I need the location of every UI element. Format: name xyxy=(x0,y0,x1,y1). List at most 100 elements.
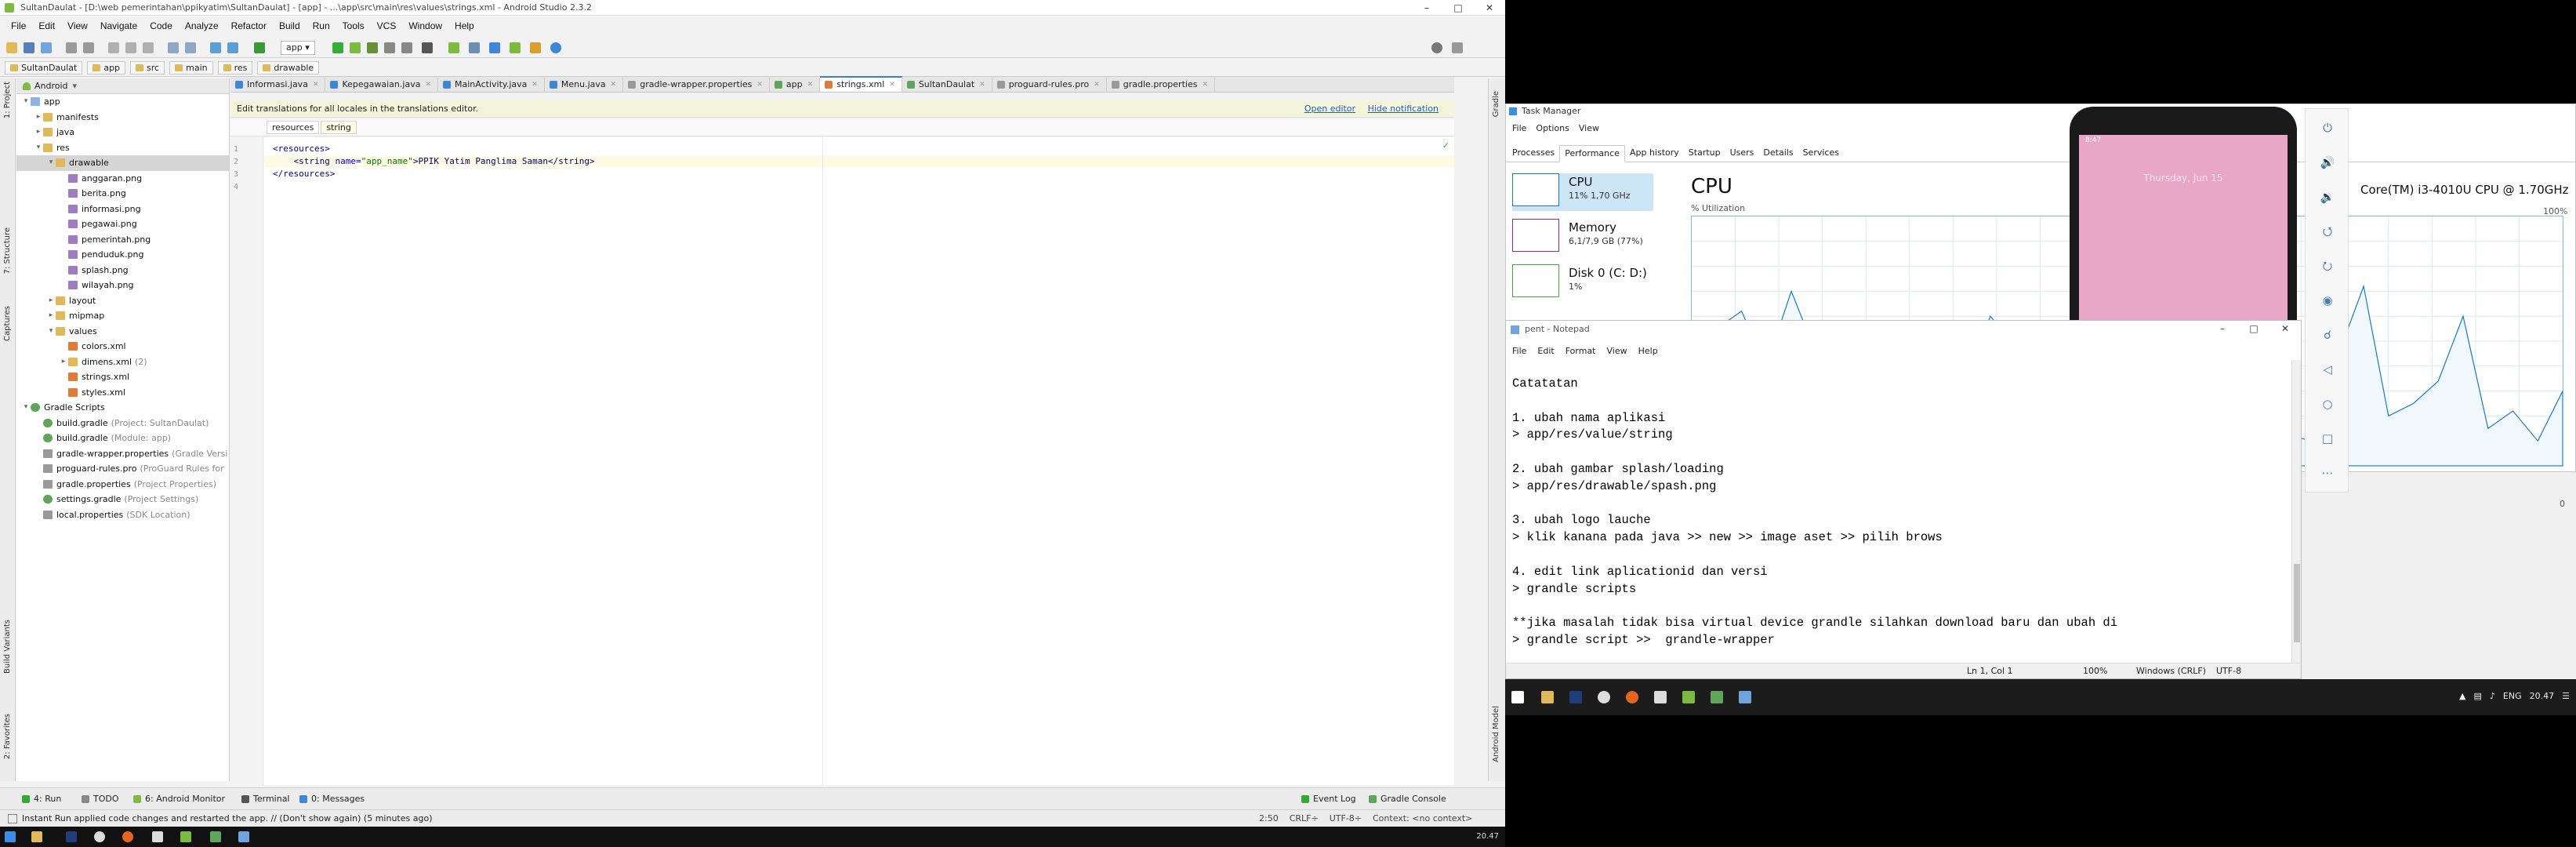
tree-node[interactable]: ▸ dimens.xml (2) xyxy=(16,354,229,370)
editor-tab-mainactivity-java[interactable]: MainActivity.java ✕ xyxy=(438,78,545,92)
open-editor-link[interactable]: Open editor xyxy=(1304,104,1355,114)
camera-icon[interactable]: ◉ xyxy=(2320,293,2335,308)
nav-crumb-main[interactable]: main xyxy=(169,61,213,75)
file-explorer-icon[interactable] xyxy=(1541,691,1554,703)
build-variants-tool-tab[interactable]: Build Variants xyxy=(3,620,12,674)
debug-icon[interactable] xyxy=(367,42,378,53)
menu-vcs[interactable]: VCS xyxy=(371,20,403,31)
perf-item-memory[interactable]: Memory 6,1/7,9 GB (77%) xyxy=(1512,219,1653,256)
clock[interactable]: 20.47 xyxy=(1476,832,1499,841)
close-tab-icon[interactable]: ✕ xyxy=(532,78,538,92)
chevron-down-icon[interactable]: ▾ xyxy=(46,155,56,171)
tm-tab-users[interactable]: Users xyxy=(1725,145,1759,162)
menu-navigate[interactable]: Navigate xyxy=(94,20,143,31)
tool-window-todo[interactable]: TODO xyxy=(82,794,119,804)
nav-crumb-drawable[interactable]: drawable xyxy=(257,61,320,75)
make-project-icon[interactable] xyxy=(254,42,265,53)
notepad-icon[interactable] xyxy=(1739,691,1751,703)
tm-tab-app-history[interactable]: App history xyxy=(1625,145,1684,162)
tray-expand-icon[interactable]: ▲ xyxy=(2459,691,2465,701)
favorites-tool-tab[interactable]: 2: Favorites xyxy=(3,714,12,759)
start-icon[interactable] xyxy=(5,831,16,842)
project-view-select[interactable]: Android xyxy=(34,81,68,91)
code-editor[interactable]: 1 2 3 4 <resources> <string name="app_na… xyxy=(230,137,1454,785)
zoom-icon[interactable]: ☌ xyxy=(2320,327,2335,343)
np-menu-file[interactable]: File xyxy=(1512,346,1526,356)
more-icon[interactable]: ⋯ xyxy=(2320,465,2335,481)
layout-icon[interactable] xyxy=(1452,42,1463,53)
close-tab-icon[interactable]: ✕ xyxy=(1094,78,1100,92)
menu-edit[interactable]: Edit xyxy=(32,20,61,31)
layout-inspector-icon[interactable] xyxy=(530,42,541,53)
captures-tool-tab[interactable]: Captures xyxy=(3,306,12,341)
tree-node[interactable]: ▾ res xyxy=(16,140,229,156)
profile-icon[interactable] xyxy=(384,42,395,53)
sdk-manager-icon[interactable] xyxy=(489,42,500,53)
rotate-left-icon[interactable]: ⭯ xyxy=(2320,224,2335,239)
breadcrumb-resources[interactable]: resources xyxy=(267,121,320,134)
tree-node[interactable]: ▸ manifests xyxy=(16,110,229,125)
tree-node[interactable]: anggaran.png xyxy=(16,171,229,187)
breadcrumb-string[interactable]: string xyxy=(321,121,357,134)
find-icon[interactable] xyxy=(168,42,179,53)
network-icon[interactable]: ▤ xyxy=(2473,691,2481,701)
window-icon[interactable] xyxy=(1654,691,1667,703)
nav-crumb-app[interactable]: app xyxy=(87,61,126,75)
maximize-button[interactable]: □ xyxy=(2238,321,2269,336)
close-tab-icon[interactable]: ✕ xyxy=(1202,78,1208,92)
undo-icon[interactable] xyxy=(66,42,77,53)
editor-tab-strings-xml[interactable]: strings.xml ✕ xyxy=(820,76,902,92)
apply-changes-icon[interactable] xyxy=(350,42,361,53)
tool-window-0-messages[interactable]: 0: Messages xyxy=(299,794,365,804)
window-icon[interactable] xyxy=(152,831,163,842)
tm-tab-startup[interactable]: Startup xyxy=(1684,145,1725,162)
notepad-icon[interactable] xyxy=(238,831,249,842)
tool-window-event-log[interactable]: Event Log xyxy=(1301,794,1356,804)
menu-window[interactable]: Window xyxy=(402,20,448,31)
notepad-text-area[interactable]: Catatatan 1. ubah nama aplikasi > app/res/… xyxy=(1512,376,2280,650)
menu-run[interactable]: Run xyxy=(307,20,336,31)
chrome-icon[interactable] xyxy=(94,831,105,842)
menu-view[interactable]: View xyxy=(61,20,94,31)
tree-node[interactable]: proguard-rules.pro (ProGuard Rules for xyxy=(16,461,229,477)
gradle-sync-icon[interactable] xyxy=(448,42,459,53)
stop-icon[interactable] xyxy=(422,42,433,53)
file-explorer-icon[interactable] xyxy=(31,831,42,842)
editor-tab-kepegawaian-java[interactable]: Kepegawaian.java ✕ xyxy=(325,78,438,92)
chevron-right-icon[interactable]: ▸ xyxy=(34,110,43,125)
volume-up-icon[interactable]: 🔊 xyxy=(2320,154,2335,170)
photoshop-icon[interactable] xyxy=(66,831,77,842)
close-tab-icon[interactable]: ✕ xyxy=(979,78,985,92)
caret-position[interactable]: 2:50 xyxy=(1259,810,1279,827)
tree-node[interactable]: wilayah.png xyxy=(16,278,229,293)
chevron-right-icon[interactable]: ▸ xyxy=(46,293,56,309)
np-menu-format[interactable]: Format xyxy=(1566,346,1596,356)
tree-node[interactable]: pegawai.png xyxy=(16,216,229,232)
close-tab-icon[interactable]: ✕ xyxy=(425,78,431,92)
close-tab-icon[interactable]: ✕ xyxy=(611,78,617,92)
tree-node[interactable]: strings.xml xyxy=(16,369,229,385)
tm-menu-file[interactable]: File xyxy=(1512,123,1526,133)
tm-tab-details[interactable]: Details xyxy=(1758,145,1798,162)
tool-window-4-run[interactable]: 4: Run xyxy=(22,794,61,804)
status-toggle-icon[interactable] xyxy=(8,814,17,823)
tool-window-gradle-console[interactable]: Gradle Console xyxy=(1369,794,1446,804)
np-menu-help[interactable]: Help xyxy=(1638,346,1658,356)
overview-icon[interactable]: □ xyxy=(2320,431,2335,446)
nav-crumb-src[interactable]: src xyxy=(130,61,165,75)
home-icon[interactable]: ○ xyxy=(2320,396,2335,412)
close-button[interactable]: ✕ xyxy=(1474,0,1505,16)
emulator-icon[interactable] xyxy=(210,831,221,842)
tree-node[interactable]: pemerintah.png xyxy=(16,232,229,248)
chevron-right-icon[interactable]: ▸ xyxy=(46,308,56,324)
tree-node[interactable]: ▾ values xyxy=(16,324,229,340)
android-model-tool-tab[interactable]: Android Model xyxy=(1492,706,1500,762)
firefox-icon[interactable] xyxy=(1626,691,1638,703)
redo-icon[interactable] xyxy=(83,42,94,53)
context-indicator[interactable]: Context: <no context> xyxy=(1373,810,1472,827)
minimize-button[interactable]: – xyxy=(1411,0,1442,16)
menu-refactor[interactable]: Refactor xyxy=(225,20,273,31)
attach-debugger-icon[interactable] xyxy=(401,42,412,53)
photoshop-icon[interactable] xyxy=(1569,691,1582,703)
tm-tab-performance[interactable]: Performance xyxy=(1559,145,1625,162)
